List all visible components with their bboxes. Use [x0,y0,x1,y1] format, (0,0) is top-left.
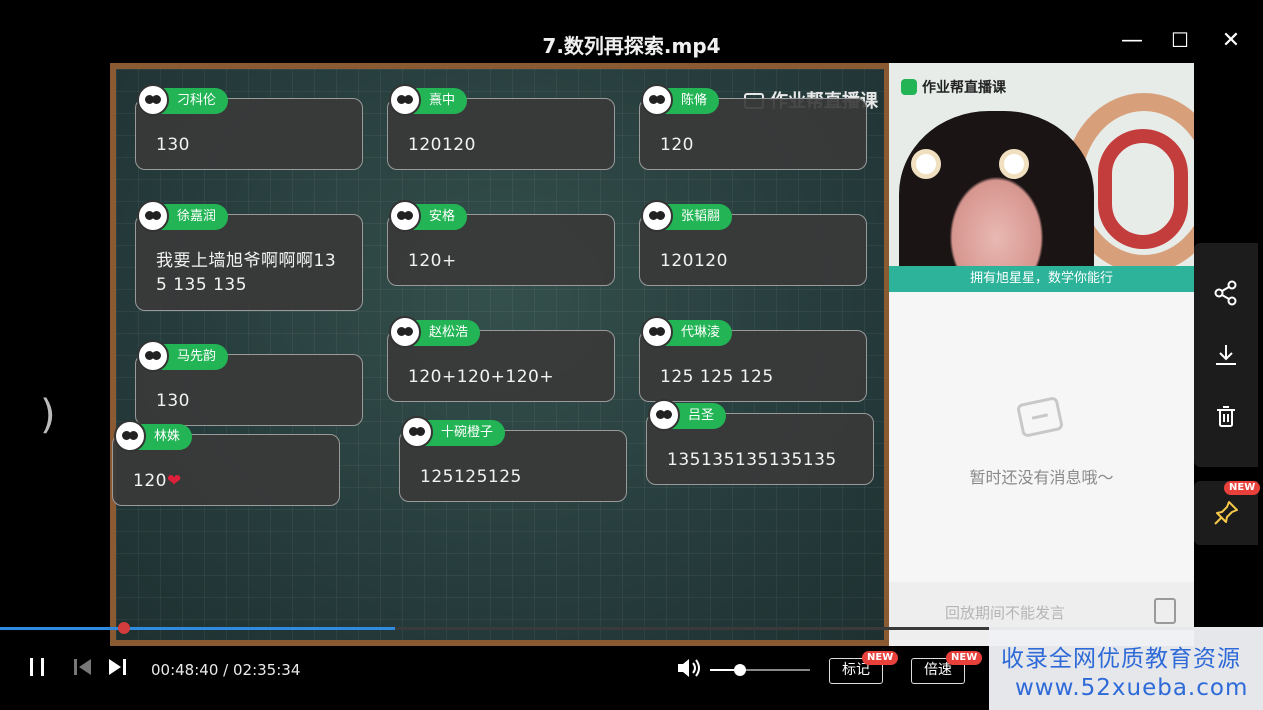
user-name: 赵松浩 [429,325,469,340]
panda-avatar-icon [137,84,169,116]
message-text: 120+120+120+ [408,367,555,387]
title-bar: 7.数列再探索.mp4 — ☐ ✕ [0,0,1263,64]
decor-ring [1098,129,1188,249]
panda-avatar-icon [137,340,169,372]
new-badge: NEW [946,651,983,665]
panda-avatar-icon [389,316,421,348]
new-badge: NEW [1224,481,1261,495]
volume-slider[interactable] [710,664,810,676]
user-name: 张韬翮 [681,209,721,224]
message-text: 120❤ [133,471,182,491]
message-text: 120 [660,135,694,155]
panda-avatar-icon [641,316,673,348]
panda-avatar-icon [137,200,169,232]
note-icon[interactable] [1154,598,1176,624]
chat-empty-text: 暂时还没有消息哦～ [969,468,1114,487]
user-name: 安格 [429,209,456,224]
panda-avatar-icon [641,84,673,116]
panda-avatar-icon [648,399,680,431]
user-name: 陈脩 [681,93,708,108]
user-name: 十碗橙子 [441,425,494,440]
message-text: 120120 [408,135,476,155]
minimize-button[interactable]: — [1114,22,1150,58]
user-tag: 刁科伦 [137,84,229,116]
user-tag: 林姝 [114,420,193,452]
user-tag: 张韬翮 [641,200,733,232]
watermark-line-2: www.52xueba.com [1015,675,1249,701]
pin-icon[interactable] [1212,499,1240,534]
trash-icon[interactable] [1194,389,1258,445]
user-tag: 代琳淩 [641,316,733,348]
watermark-overlay: 收录全网优质教育资源 www.52xueba.com [989,627,1263,710]
empty-message-icon [1015,396,1065,438]
volume-icon[interactable] [676,656,702,686]
volume-knob[interactable] [734,664,746,676]
user-tag: 熹中 [389,84,468,116]
user-tag: 十碗橙子 [401,416,506,448]
user-tag: 吕圣 [648,399,727,431]
next-icon[interactable] [106,656,128,684]
heart-icon: ❤ [166,471,182,491]
panda-avatar-icon [641,200,673,232]
user-tag: 马先韵 [137,340,229,372]
time-display: 00:48:40 / 02:35:34 [151,661,301,679]
user-name: 代琳淩 [681,325,721,340]
watermark-line-1: 收录全网优质教育资源 [1001,646,1241,672]
lesson-stage: 作业帮直播课 130 刁科伦 120120 熹中 120 陈脩 我要上墙旭爷啊啊… [110,63,890,646]
message-text: 125125125 [420,467,522,487]
message-text: 130 [156,135,190,155]
message-text: 我要上墙旭爷啊啊啊135 135 135 [156,251,337,295]
panda-avatar-icon [114,420,146,452]
message-text: 130 [156,391,190,411]
brand-logo-icon [901,79,917,95]
bear-ear-icon [911,149,941,179]
progress-thumb[interactable] [118,622,130,634]
user-name: 熹中 [429,93,456,108]
teacher-image [899,111,1094,292]
user-tag: 徐嘉润 [137,200,229,232]
blackboard: 作业帮直播课 130 刁科伦 120120 熹中 120 陈脩 我要上墙旭爷啊啊… [112,69,884,640]
user-tag: 赵松浩 [389,316,481,348]
bear-ear-icon [999,149,1029,179]
user-tag: 陈脩 [641,84,720,116]
user-name: 刁科伦 [177,93,217,108]
panda-avatar-icon [389,84,421,116]
teacher-video[interactable]: 作业帮直播课 拥有旭星星，数学你能行 [889,63,1194,292]
share-icon[interactable] [1194,265,1258,321]
message-text: 120+ [408,251,457,271]
message-text: 120120 [660,251,728,271]
previous-page-icon[interactable]: ) [40,392,56,438]
user-name: 吕圣 [688,408,715,423]
message-text: 125 125 125 [660,367,774,387]
video-brand: 作业帮直播课 [901,77,1006,97]
user-tag: 安格 [389,200,468,232]
progress-fill [0,627,396,630]
side-toolbar [1194,243,1258,467]
panda-avatar-icon [389,200,421,232]
close-button[interactable]: ✕ [1213,22,1249,58]
panda-avatar-icon [401,416,433,448]
user-name: 马先韵 [177,349,217,364]
chat-panel: 暂时还没有消息哦～ 回放期间不能发言 [889,292,1194,646]
total-time: 02:35:34 [233,661,301,679]
new-badge: NEW [862,651,899,665]
pause-icon[interactable] [26,656,48,684]
chat-disabled-tip: 回放期间不能发言 [945,604,1066,622]
user-name: 林姝 [154,429,181,444]
current-time: 00:48:40 [151,661,219,679]
video-caption: 拥有旭星星，数学你能行 [889,266,1194,292]
download-icon[interactable] [1194,327,1258,383]
maximize-button[interactable]: ☐ [1162,22,1198,58]
window-title: 7.数列再探索.mp4 [542,34,721,58]
pin-tool[interactable]: NEW [1194,481,1261,545]
user-name: 徐嘉润 [177,209,217,224]
message-text: 135135135135135 [667,450,837,470]
previous-icon[interactable] [72,656,94,684]
